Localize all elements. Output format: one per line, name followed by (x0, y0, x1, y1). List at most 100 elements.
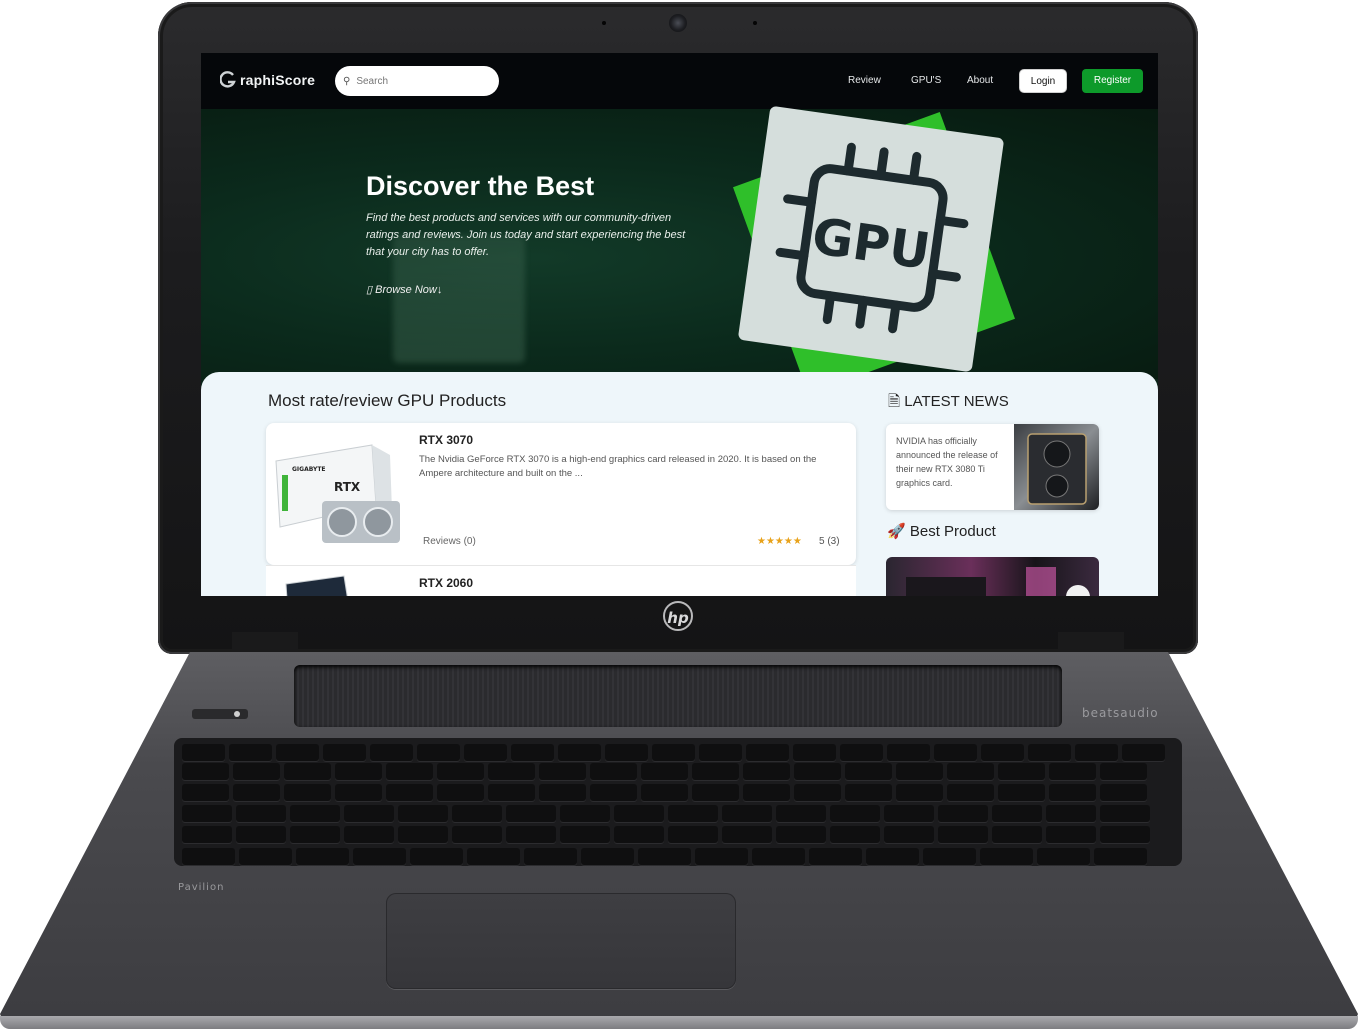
keyboard-key[interactable] (1049, 784, 1096, 801)
keyboard-key[interactable] (452, 826, 502, 843)
keyboard-key[interactable] (276, 744, 319, 761)
keyboard-key[interactable] (845, 763, 892, 780)
keyboard-key[interactable] (182, 784, 229, 801)
keyboard-key[interactable] (793, 744, 836, 761)
news-card[interactable]: NVIDIA has officially announced the rele… (886, 424, 1099, 510)
keyboard-key[interactable] (296, 848, 349, 865)
keyboard-key[interactable] (809, 848, 862, 865)
keyboard-key[interactable] (887, 744, 930, 761)
keyboard-key[interactable] (539, 784, 586, 801)
keyboard-key[interactable] (668, 826, 718, 843)
keyboard-key[interactable] (236, 826, 286, 843)
keyboard-key[interactable] (1100, 805, 1150, 822)
keyboard-key[interactable] (776, 805, 826, 822)
keyboard-key[interactable] (1037, 848, 1090, 865)
keyboard-key[interactable] (386, 763, 433, 780)
keyboard-key[interactable] (524, 848, 577, 865)
keyboard-key[interactable] (992, 826, 1042, 843)
keyboard-key[interactable] (884, 826, 934, 843)
keyboard-key[interactable] (614, 805, 664, 822)
keyboard-key[interactable] (560, 826, 610, 843)
keyboard-key[interactable] (638, 848, 691, 865)
keyboard-key[interactable] (1100, 826, 1150, 843)
power-button[interactable] (234, 711, 240, 717)
keyboard-key[interactable] (590, 784, 637, 801)
product-reviews-count[interactable]: Reviews (0) (423, 536, 476, 547)
keyboard-key[interactable] (370, 744, 413, 761)
keyboard-key[interactable] (398, 826, 448, 843)
keyboard-key[interactable] (581, 848, 634, 865)
nav-link-review[interactable]: Review (848, 75, 881, 86)
keyboard-key[interactable] (488, 784, 535, 801)
keyboard-key[interactable] (335, 763, 382, 780)
keyboard-key[interactable] (746, 744, 789, 761)
keyboard-key[interactable] (452, 805, 502, 822)
keyboard-key[interactable] (398, 805, 448, 822)
keyboard-key[interactable] (182, 805, 232, 822)
keyboard-key[interactable] (981, 744, 1024, 761)
keyboard-key[interactable] (229, 744, 272, 761)
keyboard-key[interactable] (938, 805, 988, 822)
keyboard-key[interactable] (992, 805, 1042, 822)
keyboard-key[interactable] (560, 805, 610, 822)
keyboard-key[interactable] (998, 784, 1045, 801)
touchpad[interactable] (386, 893, 736, 989)
keyboard-key[interactable] (938, 826, 988, 843)
keyboard-key[interactable] (830, 805, 880, 822)
keyboard-key[interactable] (896, 763, 943, 780)
keyboard-key[interactable] (335, 784, 382, 801)
keyboard-key[interactable] (1100, 784, 1147, 801)
keyboard-key[interactable] (239, 848, 292, 865)
keyboard-key[interactable] (947, 784, 994, 801)
keyboard-key[interactable] (794, 763, 841, 780)
brand-logo[interactable]: raphiScore (219, 71, 315, 89)
product-name[interactable]: RTX 3070 (419, 433, 473, 447)
search-input[interactable] (354, 74, 489, 88)
keyboard-key[interactable] (290, 805, 340, 822)
keyboard-key[interactable] (934, 744, 977, 761)
keyboard-key[interactable] (641, 784, 688, 801)
keyboard-key[interactable] (692, 784, 739, 801)
best-product-image[interactable] (886, 557, 1099, 596)
keyboard-key[interactable] (182, 744, 225, 761)
keyboard-key[interactable] (386, 784, 433, 801)
keyboard-key[interactable] (467, 848, 520, 865)
keyboard-key[interactable] (884, 805, 934, 822)
nav-link-about[interactable]: About (967, 75, 993, 86)
keyboard-key[interactable] (695, 848, 748, 865)
keyboard-key[interactable] (236, 805, 286, 822)
browse-now-link[interactable]: ▯ Browse Now↓ (366, 283, 442, 296)
keyboard-key[interactable] (605, 744, 648, 761)
keyboard-key[interactable] (722, 826, 772, 843)
keyboard-key[interactable] (1046, 805, 1096, 822)
keyboard-key[interactable] (1122, 744, 1165, 761)
keyboard-key[interactable] (1075, 744, 1118, 761)
keyboard-key[interactable] (866, 848, 919, 865)
keyboard-key[interactable] (699, 744, 742, 761)
keyboard-key[interactable] (323, 744, 366, 761)
keyboard-key[interactable] (752, 848, 805, 865)
keyboard-key[interactable] (845, 784, 892, 801)
keyboard-key[interactable] (590, 763, 637, 780)
keyboard-key[interactable] (652, 744, 695, 761)
keyboard-key[interactable] (1046, 826, 1096, 843)
keyboard-key[interactable] (743, 763, 790, 780)
keyboard-key[interactable] (511, 744, 554, 761)
keyboard-key[interactable] (284, 763, 331, 780)
search-bar[interactable]: ⚲ (335, 66, 499, 96)
keyboard-key[interactable] (506, 826, 556, 843)
keyboard-key[interactable] (410, 848, 463, 865)
keyboard-key[interactable] (233, 763, 280, 780)
login-button[interactable]: Login (1019, 69, 1067, 93)
keyboard-key[interactable] (743, 784, 790, 801)
keyboard-key[interactable] (840, 744, 883, 761)
product-name[interactable]: RTX 2060 (419, 576, 473, 590)
register-button[interactable]: Register (1082, 69, 1143, 93)
keyboard-key[interactable] (344, 805, 394, 822)
keyboard-key[interactable] (290, 826, 340, 843)
keyboard-key[interactable] (692, 763, 739, 780)
keyboard-key[interactable] (182, 763, 229, 780)
keyboard-key[interactable] (1049, 763, 1096, 780)
keyboard-key[interactable] (284, 784, 331, 801)
keyboard-key[interactable] (794, 784, 841, 801)
